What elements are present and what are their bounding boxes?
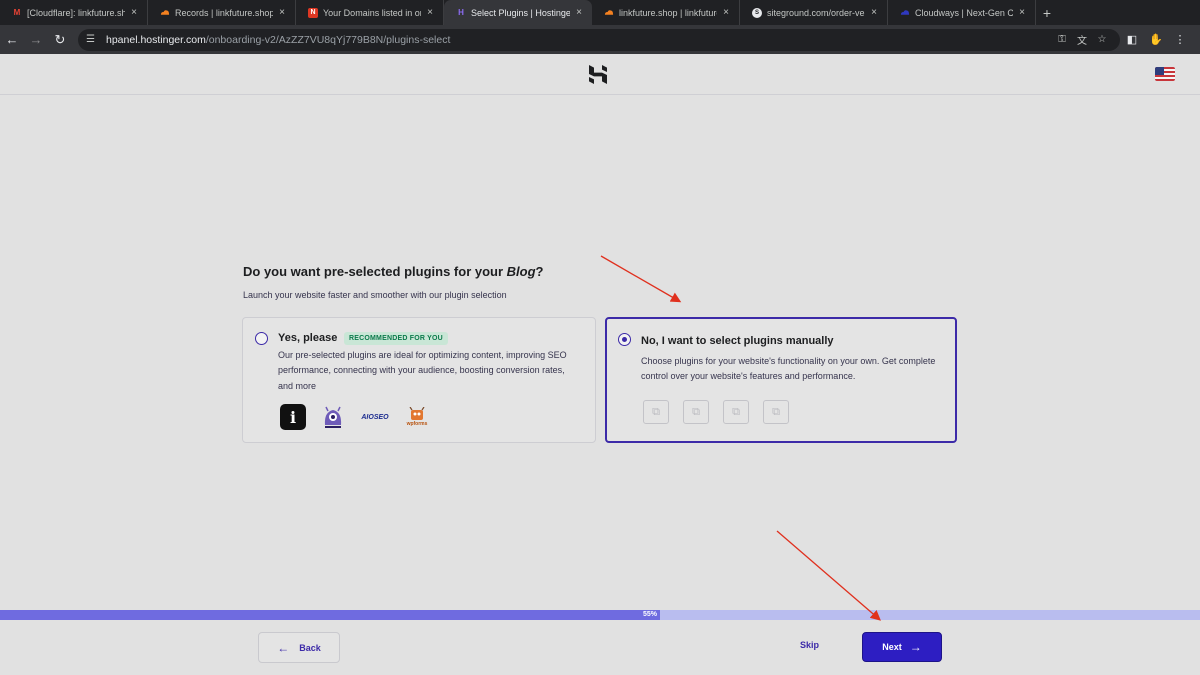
new-tab-button[interactable]: + xyxy=(1036,0,1058,25)
option-manual-plugins[interactable]: No, I want to select plugins manually Ch… xyxy=(605,317,957,443)
side-panel-icon[interactable]: ◧ xyxy=(1120,33,1144,46)
cloudflare-icon xyxy=(604,8,614,18)
recommended-badge: RECOMMENDED FOR YOU xyxy=(344,332,448,345)
page-header xyxy=(0,54,1200,95)
url-path: /onboarding-v2/AzZZ7VU8qYj779B8N/plugins… xyxy=(205,33,451,46)
close-tab-icon[interactable]: × xyxy=(425,7,435,18)
siteground-icon: S xyxy=(752,7,762,18)
forward-arrow-icon[interactable]: → xyxy=(24,28,48,52)
close-tab-icon[interactable]: × xyxy=(721,7,731,18)
tab-title: Select Plugins | Hostinger xyxy=(471,7,570,18)
hostinger-logo[interactable] xyxy=(589,65,607,84)
jetpack-icon: i xyxy=(280,404,306,430)
radio-yes[interactable] xyxy=(255,332,268,345)
extension-icon[interactable]: ✋ xyxy=(1144,33,1168,46)
tab-title: linkfuture.shop | linkfuture.sh xyxy=(619,7,717,18)
plugin-placeholder-row: ⧉ ⧉ ⧉ ⧉ xyxy=(643,400,789,424)
gmail-icon: M xyxy=(13,8,21,17)
close-tab-icon[interactable]: × xyxy=(277,7,287,18)
option-manual-description: Choose plugins for your website's functi… xyxy=(641,356,936,382)
password-key-icon[interactable]: ⚿ xyxy=(1052,34,1072,45)
arrow-right-icon: → xyxy=(909,640,922,654)
puzzle-placeholder-icon: ⧉ xyxy=(643,400,669,424)
option-preselected-plugins[interactable]: Yes, please RECOMMENDED FOR YOU Our pre-… xyxy=(242,317,596,443)
namecheap-icon: N xyxy=(308,7,318,18)
radio-manual[interactable] xyxy=(618,333,631,346)
next-label: Next xyxy=(882,642,902,652)
annotation-arrow-icon xyxy=(776,530,881,621)
plugin-icon-row: i AIOSEO wpforms xyxy=(280,404,430,430)
browser-tab[interactable]: M [Cloudflare]: linkfuture.shop × xyxy=(0,0,148,25)
hostinger-icon: H xyxy=(458,8,464,17)
wpforms-icon: wpforms xyxy=(404,404,430,430)
puzzle-placeholder-icon: ⧉ xyxy=(683,400,709,424)
page-title: Do you want pre-selected plugins for you… xyxy=(243,264,544,279)
browser-tab-active[interactable]: H Select Plugins | Hostinger × xyxy=(444,0,592,25)
close-tab-icon[interactable]: × xyxy=(869,7,879,18)
browser-tab[interactable]: linkfuture.shop | linkfuture.sh × xyxy=(592,0,740,25)
browser-tab-strip: M [Cloudflare]: linkfuture.shop × Record… xyxy=(0,0,1200,25)
site-type: Blog xyxy=(506,264,536,279)
browser-tab[interactable]: Cloudways | Next-Gen Cloud × xyxy=(888,0,1036,25)
back-label: Back xyxy=(299,642,321,653)
puzzle-placeholder-icon: ⧉ xyxy=(723,400,749,424)
cloudflare-icon xyxy=(160,8,170,18)
back-arrow-icon[interactable]: ← xyxy=(0,28,24,52)
tab-title: [Cloudflare]: linkfuture.shop xyxy=(27,7,125,18)
url-host: hpanel.hostinger.com xyxy=(106,33,206,46)
close-tab-icon[interactable]: × xyxy=(129,7,139,18)
site-info-icon[interactable]: ☰ xyxy=(86,34,100,45)
close-tab-icon[interactable]: × xyxy=(1017,7,1027,18)
option-yes-description: Our pre-selected plugins are ideal for o… xyxy=(278,350,567,391)
close-tab-icon[interactable]: × xyxy=(574,7,584,18)
aioseo-icon: AIOSEO xyxy=(361,413,389,421)
address-bar[interactable]: ☰ hpanel.hostinger.com/onboarding-v2/AzZ… xyxy=(78,28,1120,51)
browser-tab[interactable]: N Your Domains listed in one p × xyxy=(296,0,444,25)
arrow-left-icon: ← xyxy=(277,640,290,655)
translate-icon[interactable]: 文 xyxy=(1072,32,1092,47)
browser-tab[interactable]: S siteground.com/order-verific × xyxy=(740,0,888,25)
progress-fill xyxy=(0,610,660,620)
onboarding-progress-bar: 55% xyxy=(0,610,1200,620)
reload-icon[interactable]: ↻ xyxy=(48,28,72,52)
us-flag-language-icon[interactable] xyxy=(1155,67,1175,81)
page-subtitle: Launch your website faster and smoother … xyxy=(243,290,507,300)
browser-toolbar: ← → ↻ ☰ hpanel.hostinger.com/onboarding-… xyxy=(0,25,1200,54)
skip-button[interactable]: Skip xyxy=(800,640,819,650)
annotation-arrows-overlay xyxy=(600,255,881,621)
next-button[interactable]: Next → xyxy=(862,632,942,662)
back-button[interactable]: ← Back xyxy=(258,632,340,663)
option-yes-title: Yes, please xyxy=(278,332,338,344)
wpforms-wordmark: wpforms xyxy=(406,421,428,427)
bookmark-star-icon[interactable]: ☆ xyxy=(1092,34,1112,45)
cloudways-icon xyxy=(900,8,910,18)
tab-title: Your Domains listed in one p xyxy=(323,7,421,18)
annotation-arrow-icon xyxy=(600,255,682,303)
tab-title: siteground.com/order-verific xyxy=(767,7,865,18)
option-manual-title: No, I want to select plugins manually xyxy=(641,335,834,347)
tab-title: Cloudways | Next-Gen Cloud xyxy=(915,7,1013,18)
progress-percent: 55% xyxy=(643,611,658,618)
puzzle-placeholder-icon: ⧉ xyxy=(763,400,789,424)
tab-title: Records | linkfuture.shop | M xyxy=(175,7,273,18)
monsterinsights-icon xyxy=(320,404,346,430)
browser-tab[interactable]: Records | linkfuture.shop | M × xyxy=(148,0,296,25)
menu-dots-icon[interactable]: ⋮ xyxy=(1168,33,1192,46)
